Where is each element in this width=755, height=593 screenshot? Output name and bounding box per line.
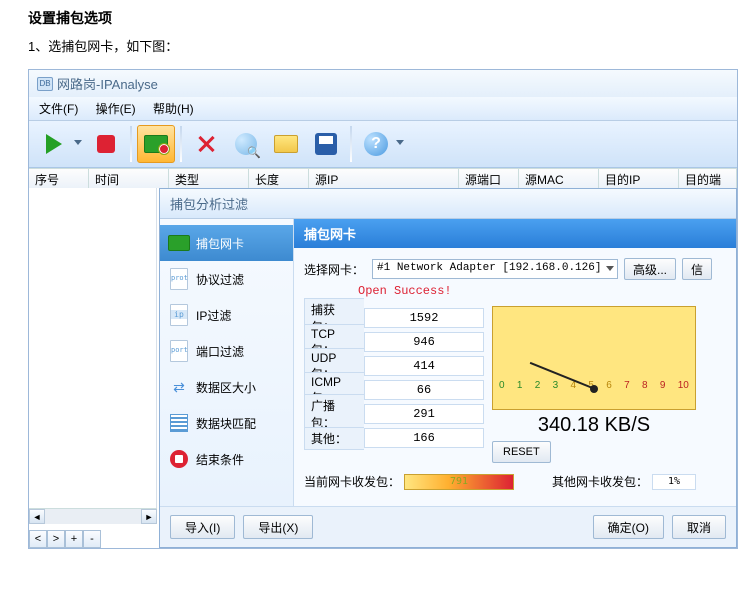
- sidebar-item-label: 协议过滤: [196, 271, 244, 288]
- gauge-speed-value: 340.18 KB/S: [492, 414, 696, 437]
- menu-help[interactable]: 帮助(H): [153, 102, 194, 116]
- sidebar-item-label: 数据区大小: [196, 379, 256, 396]
- sidebar-item-label: 结束条件: [196, 451, 244, 468]
- nav-plus-button[interactable]: +: [65, 530, 83, 548]
- advanced-button[interactable]: 高级...: [624, 258, 676, 280]
- titlebar: DB 网路岗-IPAnalyse: [29, 70, 737, 97]
- nav-right-button[interactable]: >: [47, 530, 65, 548]
- ip-icon: [170, 304, 188, 326]
- sidebar-item-data-block[interactable]: 数据块匹配: [160, 405, 293, 441]
- sidebar-item-data-size[interactable]: ⇄ 数据区大小: [160, 369, 293, 405]
- save-icon: [315, 133, 337, 155]
- matrix-icon: [170, 414, 188, 432]
- col-src-port[interactable]: 源端口: [459, 169, 519, 188]
- delete-icon: [196, 134, 216, 154]
- stat-icmp-value: 66: [364, 380, 484, 400]
- open-success-text: Open Success!: [358, 284, 726, 298]
- play-icon: [46, 134, 62, 154]
- sidebar-item-port-filter[interactable]: 端口过滤: [160, 333, 293, 369]
- port-icon: [170, 340, 188, 362]
- current-traffic-label: 当前网卡收发包：: [304, 473, 400, 490]
- toolbar: ?: [29, 121, 737, 168]
- capture-card-button[interactable]: [137, 125, 175, 163]
- panel: 捕包网卡 选择网卡： #1 Network Adapter [192.168.0…: [294, 219, 736, 506]
- arrows-icon: ⇄: [168, 377, 190, 397]
- other-traffic-value: 1%: [652, 474, 696, 490]
- doc-heading: 设置捕包选项: [0, 0, 755, 32]
- col-length[interactable]: 长度: [249, 169, 309, 188]
- stats-table: 捕获包：1592 TCP包：946 UDP包：414 ICMP包：66 广播包：…: [304, 306, 484, 463]
- col-type[interactable]: 类型: [169, 169, 249, 188]
- doc-step-text: 1、选捕包网卡，如下图：: [0, 32, 755, 69]
- help-button[interactable]: ?: [357, 125, 395, 163]
- stat-tcp-value: 946: [364, 332, 484, 352]
- stop-circle-icon: [170, 450, 188, 468]
- dialog-sidebar: 捕包网卡 协议过滤 IP过滤 端口过滤 ⇄: [160, 219, 294, 506]
- sidebar-item-label: 捕包网卡: [196, 235, 244, 252]
- stat-other-label: 其他：: [304, 427, 364, 450]
- app-window: DB 网路岗-IPAnalyse 文件(F) 操作(E) 帮助(H) ? 序号 …: [28, 69, 738, 549]
- stat-captured-value: 1592: [364, 308, 484, 328]
- hscrollbar[interactable]: ◄ ►: [29, 508, 157, 524]
- sidebar-item-ip-filter[interactable]: IP过滤: [160, 297, 293, 333]
- info-button[interactable]: 信: [682, 258, 712, 280]
- help-icon: ?: [364, 132, 388, 156]
- panel-header: 捕包网卡: [294, 219, 736, 248]
- column-headers: 序号 时间 类型 长度 源IP 源端口 源MAC 目的IP 目的端: [29, 168, 737, 188]
- scroll-left-arrow[interactable]: ◄: [29, 509, 45, 524]
- play-button[interactable]: [35, 125, 73, 163]
- sidebar-item-end-condition[interactable]: 结束条件: [160, 441, 293, 477]
- sidebar-item-label: 数据块匹配: [196, 415, 256, 432]
- col-dst-port[interactable]: 目的端: [679, 169, 737, 188]
- network-card-icon: [144, 135, 168, 153]
- menu-operate[interactable]: 操作(E): [96, 102, 136, 116]
- stat-other-value: 166: [364, 428, 484, 448]
- menubar: 文件(F) 操作(E) 帮助(H): [29, 97, 737, 121]
- sidebar-item-label: 端口过滤: [196, 343, 244, 360]
- col-seq[interactable]: 序号: [29, 169, 89, 188]
- col-dst-ip[interactable]: 目的IP: [599, 169, 679, 188]
- stop-icon: [97, 135, 115, 153]
- adapter-dropdown[interactable]: #1 Network Adapter [192.168.0.126]: [372, 259, 618, 279]
- speed-gauge: 0123 456 78910: [492, 306, 696, 410]
- current-traffic-bar: 791: [404, 474, 514, 490]
- sidebar-item-protocol-filter[interactable]: 协议过滤: [160, 261, 293, 297]
- save-button[interactable]: [307, 125, 345, 163]
- dialog-title: 捕包分析过滤: [160, 189, 736, 219]
- reset-button[interactable]: RESET: [492, 441, 551, 463]
- globe-search-icon: [235, 133, 257, 155]
- filter-dialog: 捕包分析过滤 捕包网卡 协议过滤 IP过滤: [159, 188, 737, 548]
- scroll-right-arrow[interactable]: ►: [141, 509, 157, 524]
- import-button[interactable]: 导入(I): [170, 515, 235, 539]
- sidebar-item-capture-card[interactable]: 捕包网卡: [160, 225, 293, 261]
- app-icon: DB: [37, 77, 53, 91]
- nav-minus-button[interactable]: -: [83, 530, 101, 548]
- ok-button[interactable]: 确定(O): [593, 515, 664, 539]
- folder-icon: [274, 135, 298, 153]
- stop-button[interactable]: [87, 125, 125, 163]
- cancel-button[interactable]: 取消: [672, 515, 726, 539]
- packet-list-empty: [29, 188, 157, 508]
- other-traffic-label: 其他网卡收发包：: [552, 473, 648, 490]
- sidebar-item-label: IP过滤: [196, 307, 231, 324]
- dialog-footer: 导入(I) 导出(X) 确定(O) 取消: [160, 506, 736, 547]
- delete-button[interactable]: [187, 125, 225, 163]
- col-src-mac[interactable]: 源MAC: [519, 169, 599, 188]
- export-button[interactable]: 导出(X): [243, 515, 313, 539]
- col-src-ip[interactable]: 源IP: [309, 169, 459, 188]
- ip-lookup-button[interactable]: [227, 125, 265, 163]
- open-button[interactable]: [267, 125, 305, 163]
- col-time[interactable]: 时间: [89, 169, 169, 188]
- protocol-icon: [170, 268, 188, 290]
- network-card-icon: [168, 235, 190, 251]
- select-adapter-label: 选择网卡：: [304, 261, 364, 278]
- stat-broadcast-value: 291: [364, 404, 484, 424]
- app-title: 网路岗-IPAnalyse: [57, 74, 158, 93]
- menu-file[interactable]: 文件(F): [39, 102, 78, 116]
- stat-udp-value: 414: [364, 356, 484, 376]
- nav-left-button[interactable]: <: [29, 530, 47, 548]
